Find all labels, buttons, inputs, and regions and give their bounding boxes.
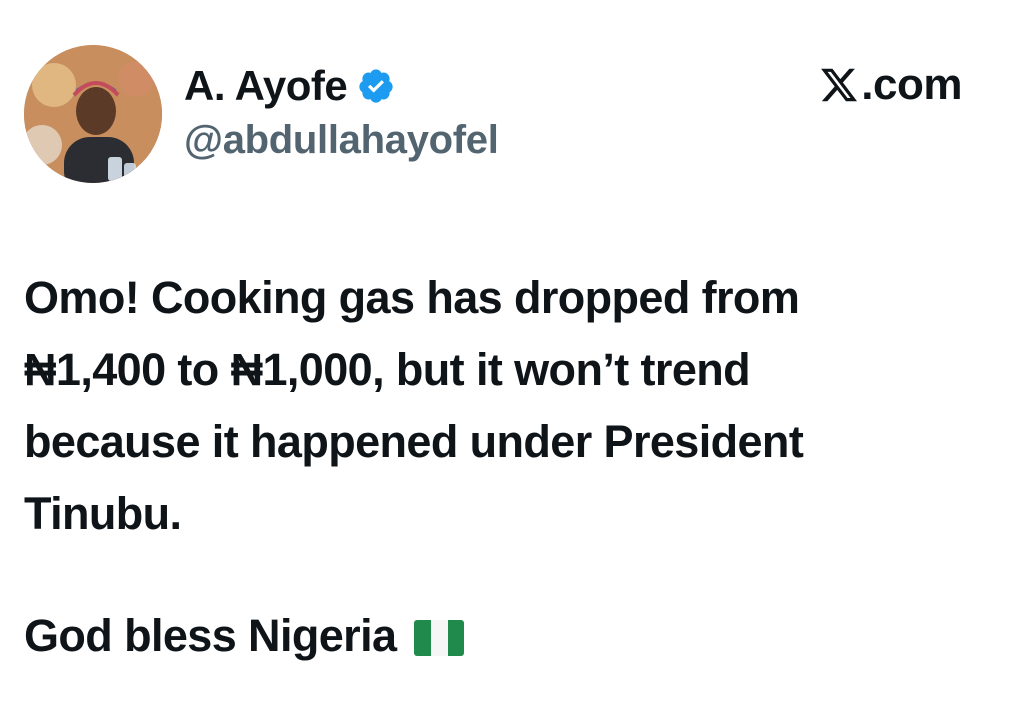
site-domain-text: .com (861, 60, 962, 109)
avatar[interactable] (24, 45, 162, 183)
tweet-closing-line: God bless Nigeria (24, 610, 465, 662)
closing-text: God bless Nigeria (24, 610, 397, 661)
x-logo-icon (819, 65, 859, 105)
nigeria-flag-icon (414, 620, 465, 656)
verified-badge-icon (357, 67, 395, 105)
author-handle[interactable]: @abdullahayofel (184, 118, 499, 163)
author-name-row: A. Ayofe (184, 62, 395, 110)
author-display-name[interactable]: A. Ayofe (184, 62, 348, 110)
profile-photo-icon (24, 45, 162, 183)
tweet-text: Omo! Cooking gas has dropped from ₦1,400… (24, 272, 804, 539)
site-brand: .com (819, 60, 962, 110)
